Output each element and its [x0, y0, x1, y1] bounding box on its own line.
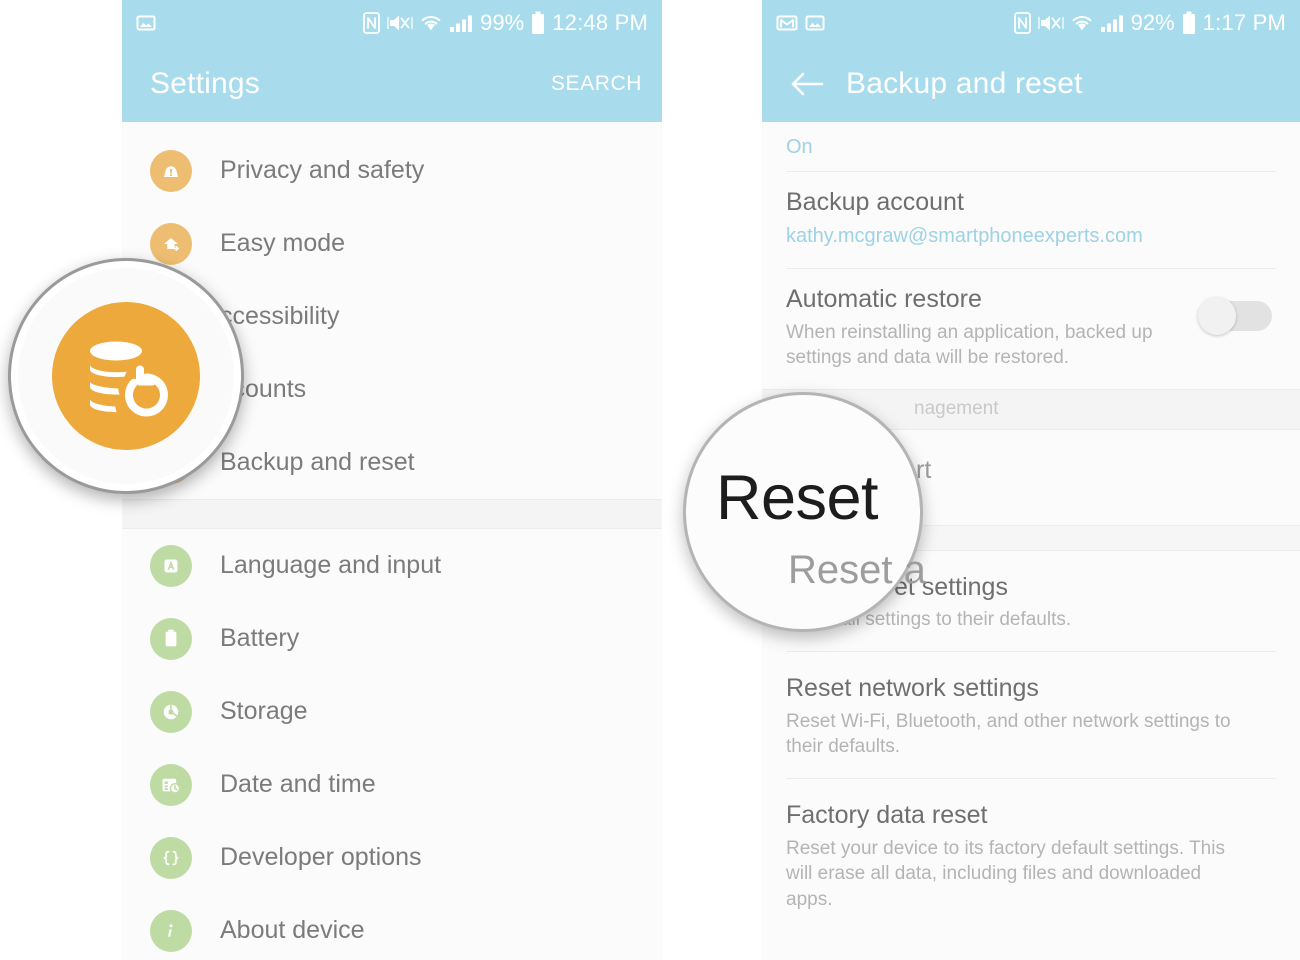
developer-options-icon	[150, 836, 192, 879]
battery-icon	[531, 11, 545, 35]
mute-vibrate-icon	[1037, 12, 1064, 34]
gmail-icon	[776, 13, 798, 33]
list-item-label: Developer options	[220, 843, 422, 871]
list-item-date-and-time[interactable]: Date and time	[122, 748, 662, 821]
status-left-icons	[776, 13, 825, 33]
right-status-bar: 92% 1:17 PM	[762, 0, 1300, 46]
magnifier-reset-label: Reset	[683, 392, 923, 632]
left-phone-panel: 99% 12:48 PM Settings SEARCH Privacy and…	[122, 0, 662, 960]
back-arrow-icon[interactable]	[790, 71, 824, 97]
page-title: Backup and reset	[846, 67, 1083, 100]
left-status-bar: 99% 12:48 PM	[122, 0, 662, 46]
left-app-bar: Settings SEARCH	[122, 46, 662, 122]
date-time-icon	[150, 763, 192, 806]
list-item-subtitle: Reset Wi-Fi, Bluetooth, and other networ…	[786, 710, 1231, 758]
list-scroll-clip	[762, 122, 1300, 128]
mute-vibrate-icon	[387, 12, 413, 34]
about-device-icon	[150, 909, 192, 952]
battery-percent-label: 92%	[1130, 10, 1175, 35]
list-item-subtitle: When reinstalling an application, backed…	[786, 321, 1153, 369]
list-item-language-and-input[interactable]: Language and input	[122, 529, 662, 602]
backup-account-email: kathy.mcgraw@smartphoneexperts.com	[786, 224, 1143, 247]
privacy-lock-icon	[150, 149, 192, 192]
signal-bars-icon	[1100, 13, 1124, 33]
clock-label: 1:17 PM	[1202, 10, 1286, 35]
list-item-developer-options[interactable]: Developer options	[122, 821, 662, 894]
list-item-title: Factory data reset	[786, 800, 988, 829]
list-item-about-device[interactable]: About device	[122, 894, 662, 960]
battery-icon	[150, 617, 192, 660]
wifi-icon	[420, 13, 442, 33]
list-item-label: Date and time	[220, 770, 376, 798]
list-item-battery[interactable]: Battery	[122, 602, 662, 675]
list-item-label: About device	[220, 916, 365, 944]
list-item-label: Battery	[220, 624, 300, 652]
page-title: Settings	[150, 67, 260, 100]
list-group-separator	[122, 499, 662, 529]
list-item-label: Easy mode	[220, 229, 346, 257]
list-item-title: Reset network settings	[786, 673, 1039, 702]
list-item-factory-data-reset[interactable]: Factory data reset Reset your device to …	[762, 779, 1300, 931]
list-item-label: Backup and reset	[220, 448, 415, 476]
backup-status-value: On	[786, 136, 813, 158]
language-icon	[150, 544, 192, 587]
list-item-subtitle: Reset your device to its factory default…	[786, 837, 1225, 910]
list-item-easy-mode[interactable]: Easy mode	[122, 207, 662, 280]
toggle-thumb	[1198, 296, 1236, 335]
signal-bars-icon	[449, 13, 473, 33]
list-item-label: Storage	[220, 697, 308, 725]
nfc-icon	[1013, 12, 1031, 34]
automatic-restore-toggle[interactable]	[1198, 296, 1272, 335]
search-button[interactable]: SEARCH	[551, 72, 642, 96]
status-left-icons	[136, 13, 156, 33]
easy-mode-icon	[150, 222, 192, 265]
list-item-title: Backup account	[786, 188, 964, 216]
list-item-label: Privacy and safety	[220, 156, 425, 184]
right-app-bar: Backup and reset	[762, 46, 1300, 122]
tutorial-screenshot: 99% 12:48 PM Settings SEARCH Privacy and…	[0, 0, 1300, 960]
magnifier-bleed-text: Reset a	[788, 548, 926, 592]
magnifier-word: Reset	[715, 463, 879, 533]
list-item-automatic-restore[interactable]: Automatic restore When reinstalling an a…	[762, 269, 1300, 389]
wifi-icon	[1071, 13, 1093, 33]
list-item-backup-account[interactable]: Backup account kathy.mcgraw@smartphoneex…	[762, 172, 1300, 269]
nfc-icon	[363, 12, 381, 34]
battery-percent-label: 99%	[480, 10, 525, 35]
clock-label: 12:48 PM	[552, 10, 648, 35]
list-item-title: Automatic restore	[786, 284, 982, 313]
image-icon	[136, 13, 156, 33]
list-item-backup-my-data-partial[interactable]: On	[762, 134, 1300, 172]
storage-icon	[150, 690, 192, 733]
list-scroll-clip	[122, 122, 662, 134]
list-item-reset-network-settings[interactable]: Reset network settings Reset Wi-Fi, Blue…	[762, 652, 1300, 779]
backup-reset-icon	[52, 302, 200, 450]
list-item-storage[interactable]: Storage	[122, 675, 662, 748]
status-right-icons: 92% 1:17 PM	[1013, 10, 1286, 36]
image-icon	[805, 13, 825, 33]
status-right-icons: 99% 12:48 PM	[363, 10, 648, 36]
list-item-label: ccessibility	[220, 302, 340, 330]
battery-icon	[1182, 11, 1196, 35]
magnifier-backup-reset-icon	[8, 258, 244, 494]
list-item-privacy-and-safety[interactable]: Privacy and safety	[122, 134, 662, 207]
settings-list-group-2: Language and input Battery Storage Date …	[122, 529, 662, 960]
list-item-label: Language and input	[220, 551, 442, 579]
